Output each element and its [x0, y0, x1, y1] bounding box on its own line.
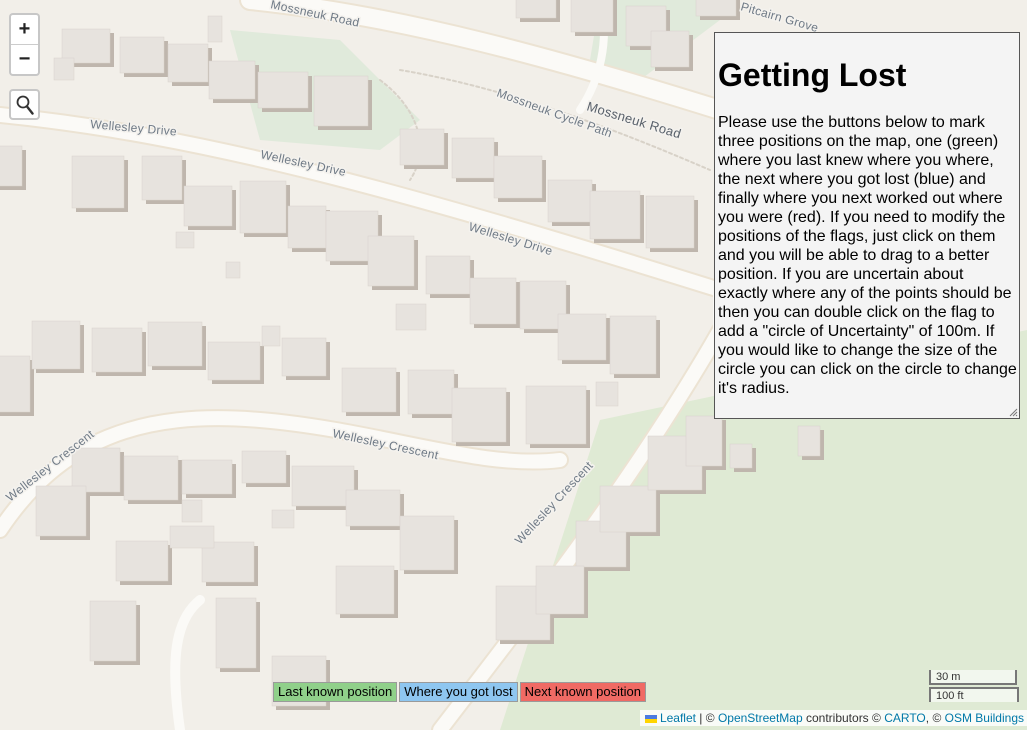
- zoom-in-button[interactable]: +: [11, 15, 38, 44]
- marker-button-bar: Last known position Where you got lost N…: [273, 682, 646, 702]
- search-button[interactable]: [9, 89, 40, 120]
- panel-instructions: Please use the buttons below to mark thr…: [718, 114, 1017, 397]
- ukraine-flag-icon: [644, 715, 657, 723]
- openstreetmap-link[interactable]: OpenStreetMap: [718, 711, 803, 725]
- attribution-sep2: , ©: [925, 711, 945, 725]
- last-known-position-button[interactable]: Last known position: [273, 682, 398, 702]
- attribution: Leaflet | © OpenStreetMap contributors ©…: [639, 710, 1027, 726]
- leaflet-link[interactable]: Leaflet: [660, 711, 696, 725]
- attribution-contributors: contributors ©: [802, 711, 885, 725]
- zoom-out-button[interactable]: −: [11, 44, 38, 74]
- magnifier-icon: [16, 95, 34, 115]
- resize-grip-icon[interactable]: [1008, 407, 1018, 417]
- next-known-position-button[interactable]: Next known position: [519, 682, 646, 702]
- carto-link[interactable]: CARTO: [884, 711, 926, 725]
- scale-bar: 30 m 100 ft: [929, 670, 1019, 702]
- attribution-sep1: | ©: [695, 711, 718, 725]
- scale-imperial: 100 ft: [929, 687, 1019, 702]
- info-panel: Getting Lost Please use the buttons belo…: [714, 32, 1020, 419]
- panel-title: Getting Lost: [718, 57, 907, 93]
- scale-metric: 30 m: [929, 670, 1017, 685]
- osm-buildings-link[interactable]: OSM Buildings: [945, 711, 1024, 725]
- where-you-got-lost-button[interactable]: Where you got lost: [399, 682, 518, 702]
- zoom-control: + −: [9, 13, 40, 76]
